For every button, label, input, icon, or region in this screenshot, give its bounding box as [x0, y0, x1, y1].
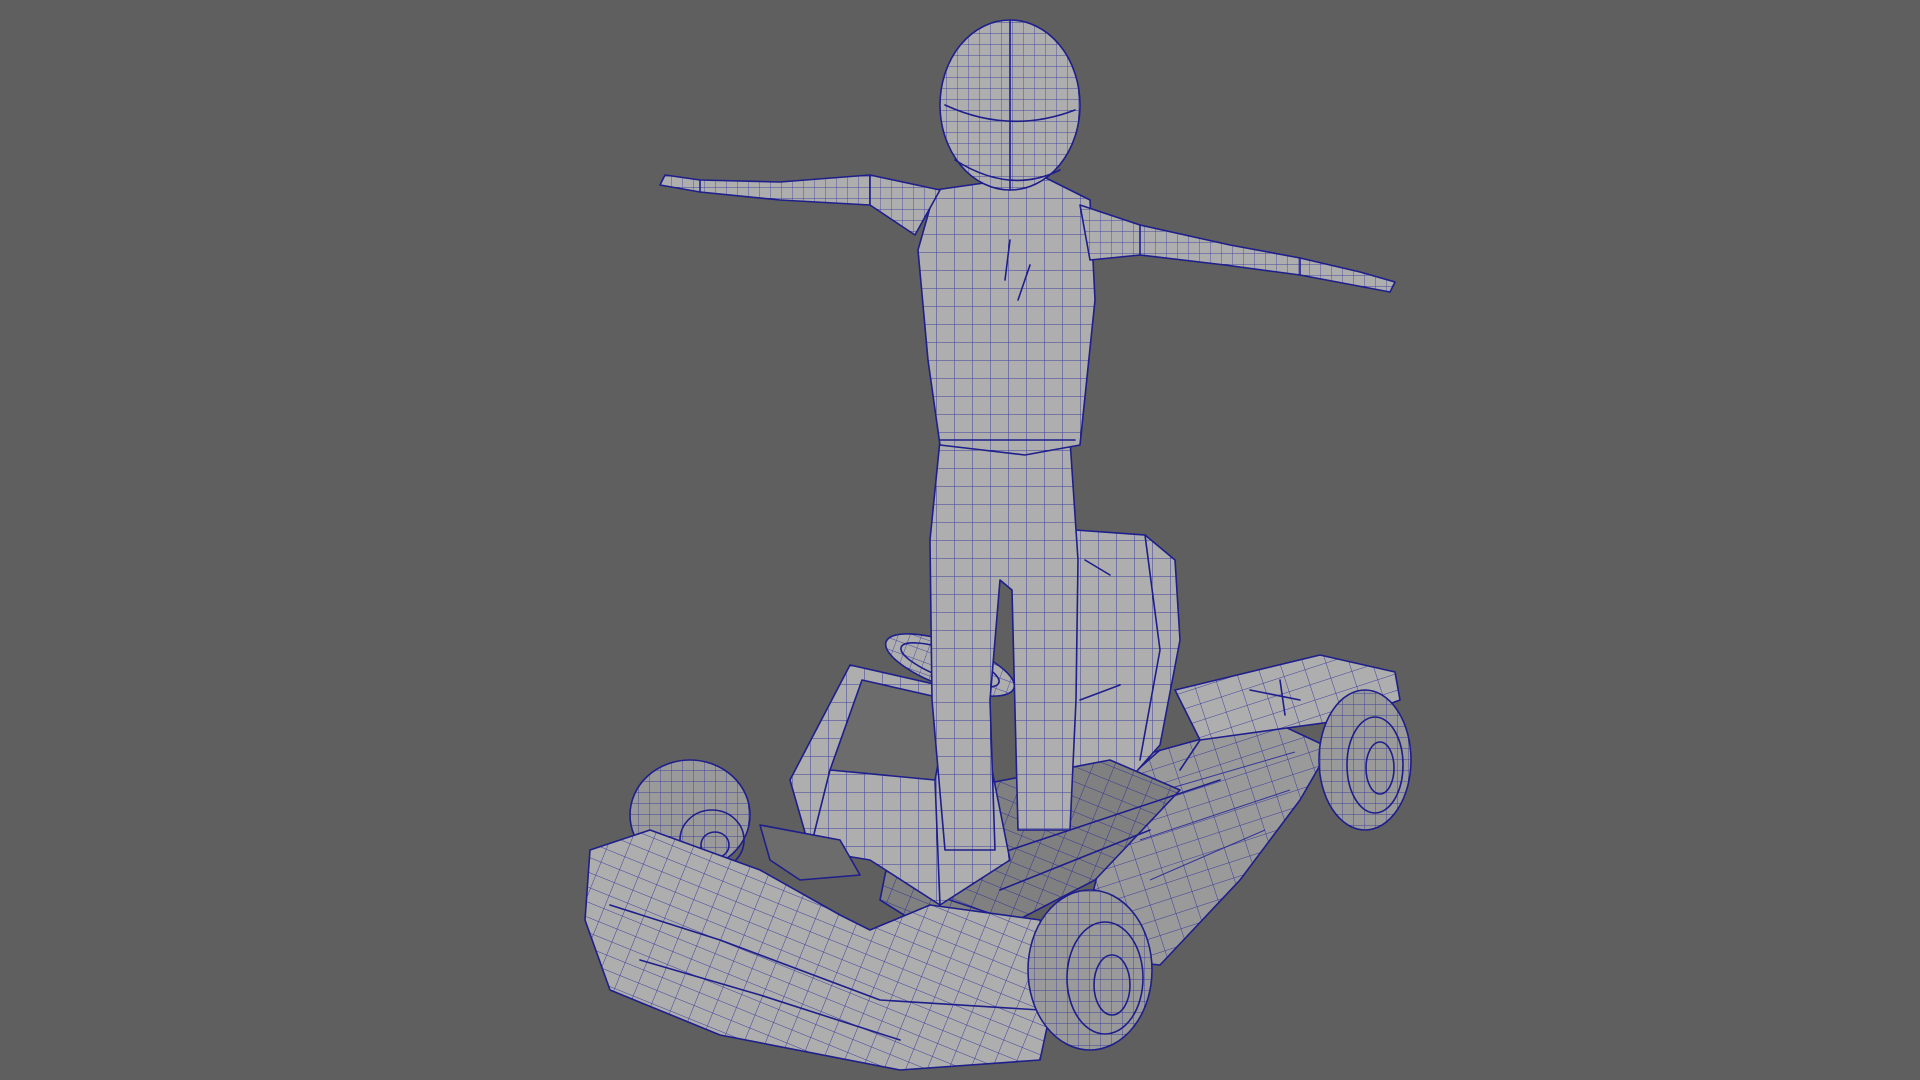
- character-torso: [917, 174, 1096, 456]
- kart-front-right-wheel: [1027, 889, 1153, 1051]
- character-right-arm: [1079, 204, 1396, 293]
- character-left-arm: [659, 174, 941, 236]
- character-helmet: [939, 19, 1081, 191]
- wireframe-scene: [584, 19, 1412, 1071]
- 3d-viewport[interactable]: [0, 0, 1920, 1080]
- kart-rear-right-wheel: [1318, 689, 1412, 831]
